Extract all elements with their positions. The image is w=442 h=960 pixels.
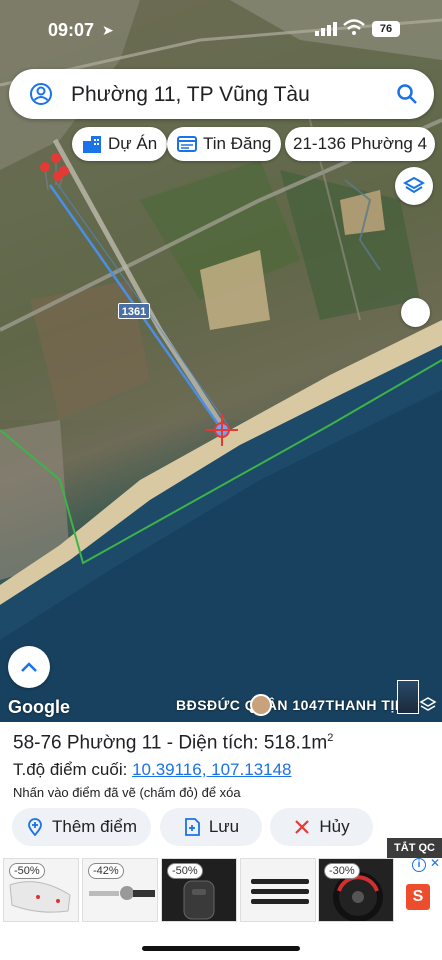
coords-link[interactable]: 10.39116, 107.13148 (132, 760, 291, 779)
chip-label: 21-136 Phường 4 (293, 134, 428, 153)
road-number-label: 1361 (118, 303, 150, 319)
location-arrow-icon: ➤ (102, 22, 114, 38)
watermark-avatar (250, 694, 272, 716)
save-icon (184, 818, 200, 836)
chip-phuong-4[interactable]: 21-136 Phường 4 (285, 127, 436, 161)
overlay-thumbnail[interactable] (397, 680, 419, 714)
chevron-up-icon (21, 662, 37, 672)
google-logo: Google (8, 697, 70, 717)
ad-close-icon[interactable]: ✕ (430, 856, 440, 870)
building-icon (83, 136, 101, 153)
area-title: 58-76 Phường 11 - Diện tích: 518.1m2 (13, 732, 333, 754)
recenter-button[interactable] (8, 646, 50, 688)
battery-icon: 76 (372, 21, 400, 37)
add-location-icon (28, 818, 42, 836)
hint-text: Nhấn vào điểm đã vẽ (chấm đỏ) để xóa (13, 785, 241, 800)
add-point-button[interactable]: Thêm điểm (12, 808, 151, 846)
chip-label: Tin Đăng (203, 134, 272, 153)
wifi-icon (343, 19, 365, 35)
ad-item[interactable] (240, 858, 316, 922)
hide-ads-tag[interactable]: TẮT QC (387, 838, 442, 858)
account-icon[interactable] (29, 82, 53, 106)
measurement-panel: 58-76 Phường 11 - Diện tích: 518.1m2 T.đ… (0, 722, 442, 852)
search-input[interactable]: Phường 11, TP Vũng Tàu (71, 83, 310, 107)
area-unit-superscript: 2 (327, 732, 334, 744)
discount-badge: -42% (88, 863, 124, 879)
chip-tin-dang[interactable]: Tin Đăng (167, 127, 282, 161)
coords-label: T.độ điểm cuối: (13, 760, 133, 779)
ad-item[interactable]: -50% (161, 858, 237, 922)
cancel-button[interactable]: Hủy (270, 808, 373, 846)
save-label: Lưu (208, 817, 240, 836)
ad-item[interactable]: -42% (82, 858, 158, 922)
add-point-label: Thêm điểm (51, 817, 138, 836)
close-icon (295, 820, 310, 834)
shopee-logo-icon[interactable]: S (406, 884, 430, 910)
chip-label: Dự Án (108, 134, 158, 153)
product-image (183, 880, 215, 920)
listing-icon (177, 136, 197, 152)
signal-icon (315, 22, 337, 36)
discount-badge: -50% (167, 863, 203, 879)
red-pin-markers[interactable] (34, 150, 74, 194)
product-image (9, 881, 71, 913)
product-image (251, 879, 309, 904)
cancel-label: Hủy (319, 817, 350, 836)
layers-button[interactable] (395, 167, 433, 205)
status-bar: 09:07 ➤ 76 (0, 0, 442, 56)
discount-badge: -30% (324, 863, 360, 879)
ad-strip[interactable]: TẮT QC -50% -42% -50% -30% (0, 838, 442, 928)
watermark-text: BĐSĐỨC QUÂN 1047THANH TỊNH (176, 697, 417, 713)
stack-icon (419, 697, 437, 711)
save-button[interactable]: Lưu (160, 808, 262, 846)
compass-button[interactable] (401, 298, 430, 327)
product-image (89, 886, 155, 900)
satellite-map[interactable]: 1361 09:07 ➤ 76 Phường 11, TP Vũng Tàu D… (0, 0, 442, 722)
ad-item[interactable]: -30% (318, 858, 394, 922)
discount-badge: -50% (9, 863, 45, 879)
status-time: 09:07 (48, 20, 95, 40)
ad-info-icon[interactable]: i (412, 858, 426, 872)
ad-item[interactable]: -50% (3, 858, 79, 922)
home-indicator[interactable] (142, 946, 300, 951)
search-bar[interactable]: Phường 11, TP Vũng Tàu (9, 69, 434, 119)
layers-icon (403, 176, 425, 194)
search-icon[interactable] (396, 83, 418, 105)
chip-du-an[interactable]: Dự Án (72, 127, 168, 161)
end-point-coordinates: T.độ điểm cuối: 10.39116, 107.13148 (13, 760, 292, 780)
area-title-text: 58-76 Phường 11 - Diện tích: 518.1m (13, 732, 328, 754)
